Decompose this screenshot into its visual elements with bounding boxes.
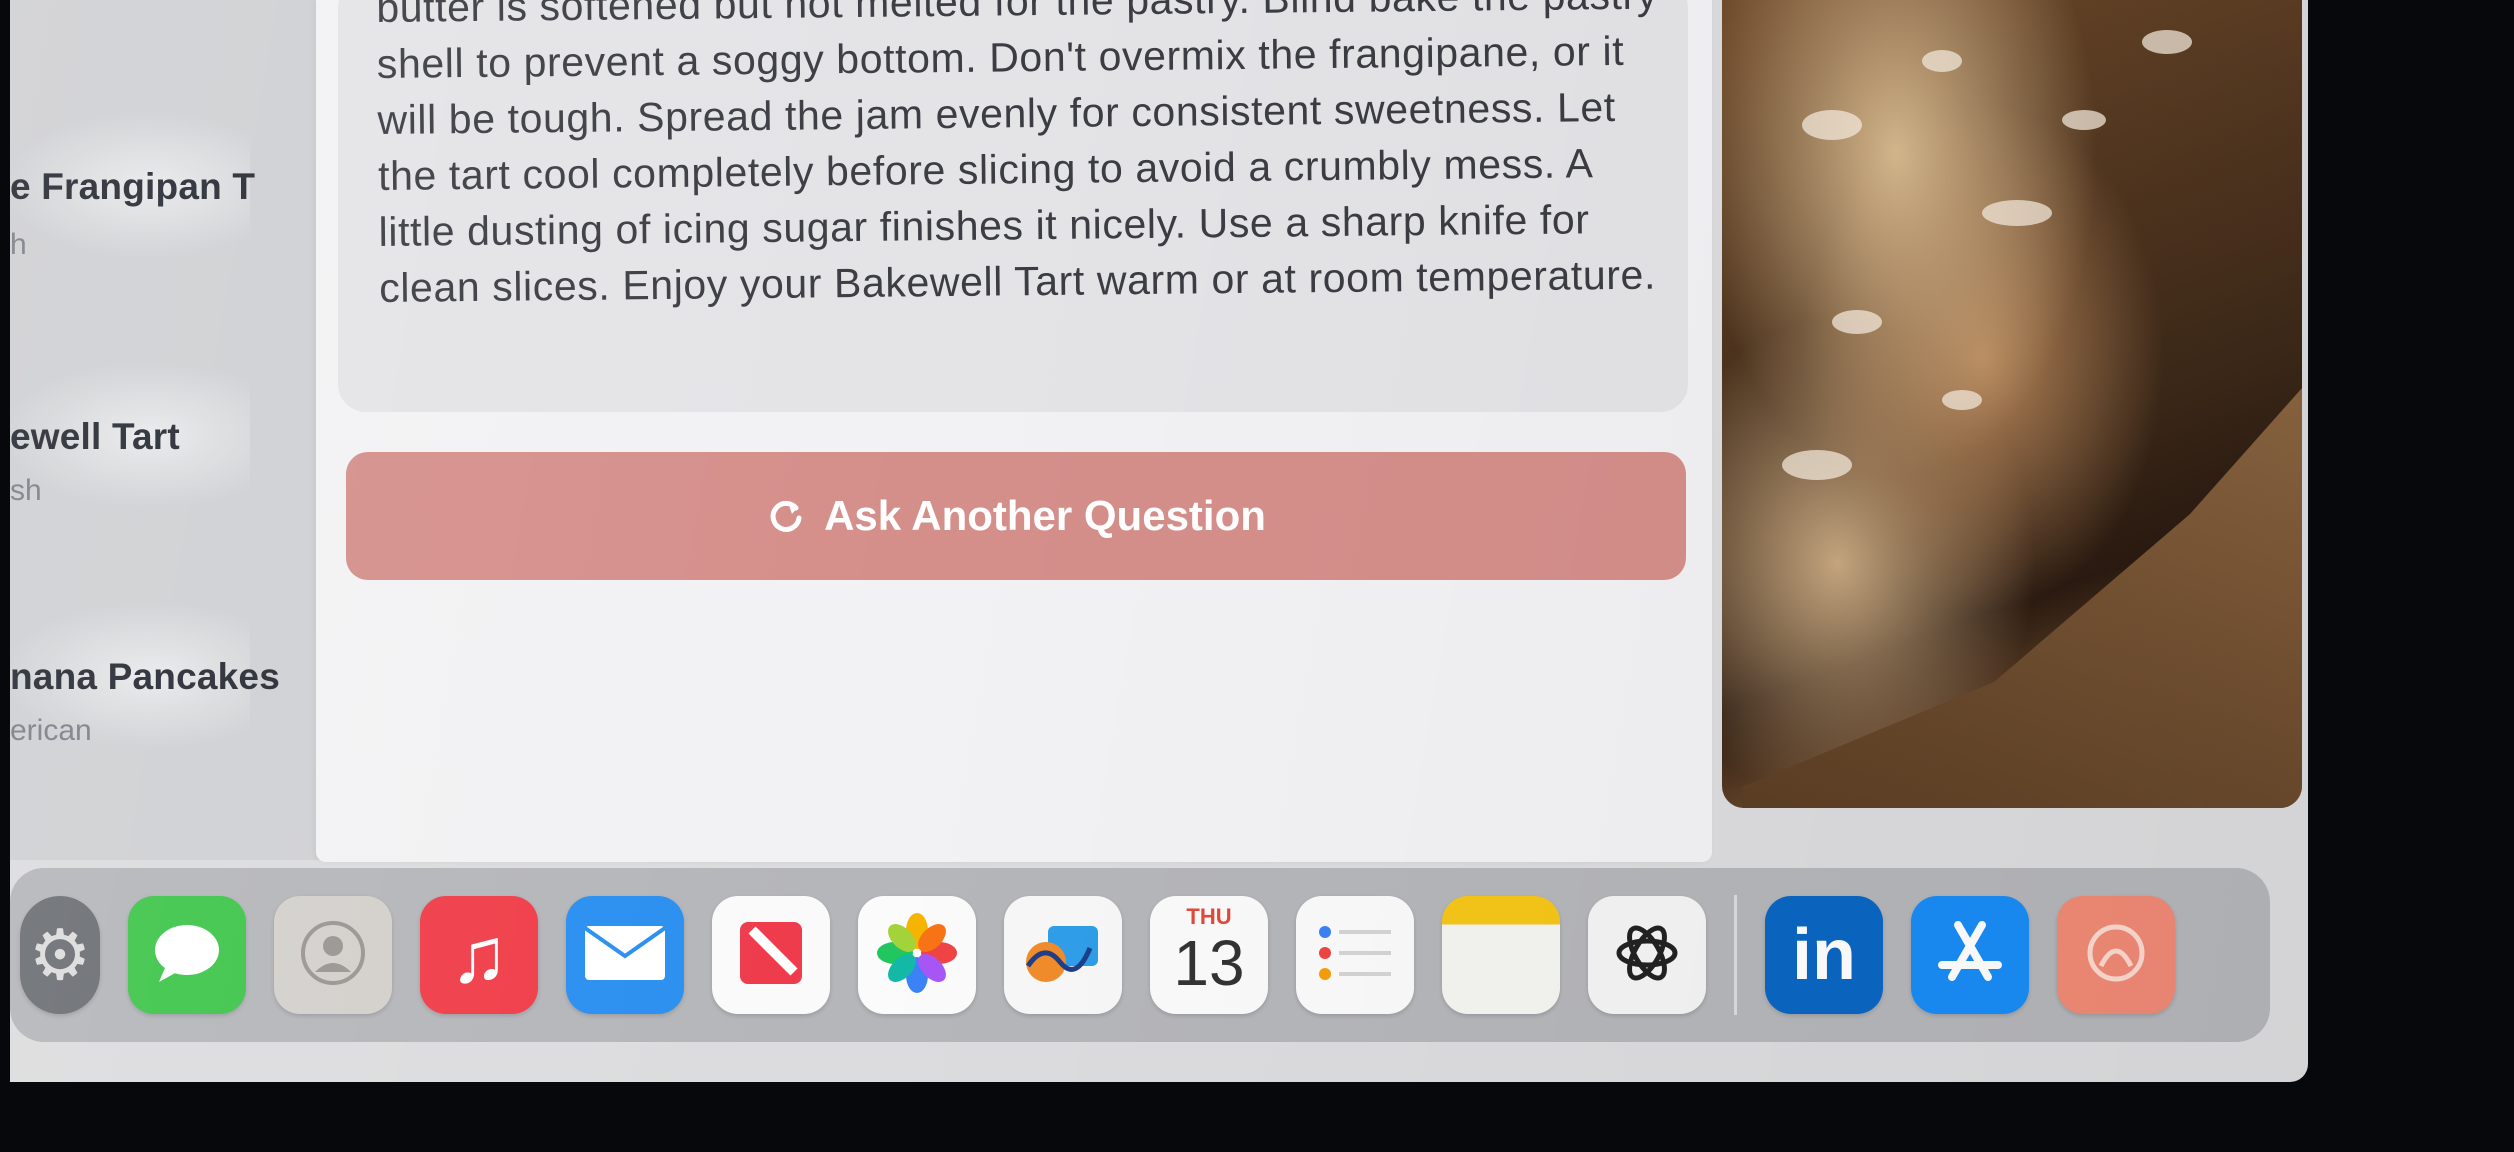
screen: e Frangipan T h ewell Tart sh nana Panca… (10, 0, 2308, 1082)
checklist-icon (1313, 918, 1397, 993)
app-store-icon (1930, 913, 2010, 998)
freeform-app[interactable] (1004, 896, 1122, 1014)
linkedin-app[interactable]: in (1765, 896, 1883, 1014)
speech-bubble-icon (147, 918, 227, 993)
flower-icon (875, 911, 959, 1000)
refresh-icon (766, 496, 806, 536)
recipe-cuisine: erican (10, 714, 92, 747)
news-app[interactable] (712, 896, 830, 1014)
photos-app[interactable] (858, 896, 976, 1014)
mail-app[interactable] (566, 896, 684, 1014)
ask-button-label: Ask Another Question (824, 492, 1266, 539)
recipe-title: e Frangipan T (10, 166, 256, 207)
person-icon (298, 918, 368, 993)
contacts-app[interactable] (274, 896, 392, 1014)
linkedin-icon: in (1792, 915, 1856, 995)
recipe-cuisine: sh (10, 474, 42, 507)
monitor-bezel (0, 1082, 2514, 1152)
freeform-icon (1020, 918, 1106, 993)
recipe-item-bakewell[interactable]: ewell Tart sh (10, 340, 310, 510)
answer-panel: butter is softened but not melted for th… (316, 0, 1712, 862)
recipe-title: ewell Tart (10, 416, 180, 457)
unknown-app[interactable] (2057, 896, 2175, 1014)
dock: ⚙ ♫ THU 13 in (10, 868, 2270, 1042)
recipe-item-frangipane[interactable]: e Frangipan T h (10, 100, 310, 261)
dock-separator (1734, 895, 1737, 1015)
recipe-cuisine: h (10, 228, 27, 261)
notes-app[interactable] (1442, 896, 1560, 1014)
tips-card: butter is softened but not melted for th… (338, 0, 1688, 412)
music-app[interactable]: ♫ (420, 896, 538, 1014)
recipe-sidebar: e Frangipan T h ewell Tart sh nana Panca… (10, 0, 330, 860)
ask-another-question-button[interactable]: Ask Another Question (346, 452, 1686, 580)
messages-app[interactable] (128, 896, 246, 1014)
system-settings-app[interactable]: ⚙ (20, 896, 100, 1014)
recipe-item-pancakes[interactable]: nana Pancakes erican (10, 580, 310, 750)
music-note-icon: ♫ (449, 910, 509, 999)
gear-icon: ⚙ (28, 916, 92, 994)
recipe-title: nana Pancakes (10, 656, 280, 697)
app-icon (2081, 918, 2151, 993)
tips-text: butter is softened but not melted for th… (376, 0, 1659, 311)
reminders-app[interactable] (1296, 896, 1414, 1014)
app-store-app[interactable] (1911, 896, 2029, 1014)
calendar-date: 13 (1173, 927, 1245, 999)
calendar-app[interactable]: THU 13 (1150, 896, 1268, 1014)
envelope-icon (583, 924, 667, 987)
news-icon (736, 918, 806, 993)
openai-knot-icon (1609, 915, 1685, 996)
recipe-photo (1722, 0, 2302, 808)
chatgpt-app[interactable] (1588, 896, 1706, 1014)
